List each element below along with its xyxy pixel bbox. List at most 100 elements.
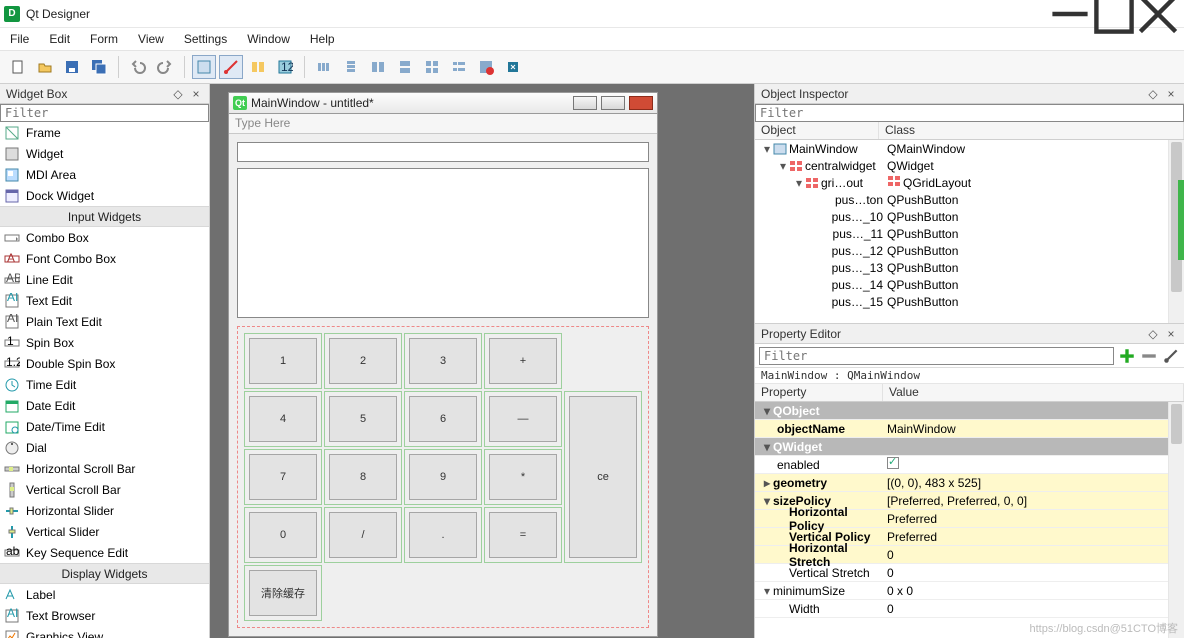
widget-box-filter[interactable] bbox=[0, 104, 209, 122]
layout-vertical-icon[interactable] bbox=[339, 55, 363, 79]
remove-dynamic-property-icon[interactable] bbox=[1140, 347, 1158, 365]
keypad-button[interactable]: 6 bbox=[409, 396, 477, 442]
save-icon[interactable] bbox=[60, 55, 84, 79]
edit-widgets-icon[interactable] bbox=[192, 55, 216, 79]
widget-box-list[interactable]: FrameWidgetMDI AreaDock Widget Input Wid… bbox=[0, 122, 209, 638]
menu-view[interactable]: View bbox=[128, 30, 174, 48]
undo-icon[interactable] bbox=[126, 55, 150, 79]
panel-close-icon[interactable]: × bbox=[1164, 327, 1178, 341]
edit-signals-icon[interactable] bbox=[219, 55, 243, 79]
object-tree-row[interactable]: pus…_15QPushButton bbox=[755, 293, 1184, 310]
widget-item[interactable]: abKey Sequence Edit bbox=[0, 542, 209, 563]
tree-expander-icon[interactable]: ▾ bbox=[761, 142, 773, 156]
widget-item[interactable]: Time Edit bbox=[0, 374, 209, 395]
break-layout-icon[interactable] bbox=[474, 55, 498, 79]
window-close-button[interactable] bbox=[1136, 0, 1180, 28]
form-window[interactable]: Qt MainWindow - untitled* Type Here 1 2 … bbox=[228, 92, 658, 637]
widget-item[interactable]: AIText Edit bbox=[0, 290, 209, 311]
widget-item[interactable]: Date Edit bbox=[0, 395, 209, 416]
object-tree-row[interactable]: pus…_13QPushButton bbox=[755, 259, 1184, 276]
keypad-button[interactable]: 2 bbox=[329, 338, 397, 384]
keypad-button[interactable]: 1 bbox=[249, 338, 317, 384]
layout-form-icon[interactable] bbox=[447, 55, 471, 79]
widget-item[interactable]: ABLine Edit bbox=[0, 269, 209, 290]
keypad-button[interactable]: — bbox=[489, 396, 557, 442]
section-qwidget[interactable]: QWidget bbox=[773, 440, 822, 454]
prop-width[interactable]: Width bbox=[755, 602, 883, 616]
menu-window[interactable]: Window bbox=[237, 30, 300, 48]
menu-settings[interactable]: Settings bbox=[174, 30, 237, 48]
widget-item[interactable]: 1Spin Box bbox=[0, 332, 209, 353]
keypad-button[interactable]: / bbox=[329, 512, 397, 558]
panel-close-icon[interactable]: × bbox=[189, 87, 203, 101]
menu-edit[interactable]: Edit bbox=[39, 30, 80, 48]
widget-item[interactable]: Graphics View bbox=[0, 626, 209, 638]
tree-expander-icon[interactable]: ▾ bbox=[777, 159, 789, 173]
object-tree-row[interactable]: pus…_11QPushButton bbox=[755, 225, 1184, 242]
object-tree-row[interactable]: ▾gri…outQGridLayout bbox=[755, 174, 1184, 191]
form-menu-hint[interactable]: Type Here bbox=[229, 114, 657, 134]
keypad-button[interactable]: 7 bbox=[249, 454, 317, 500]
keypad-button[interactable]: . bbox=[409, 512, 477, 558]
object-tree-row[interactable]: pus…_10QPushButton bbox=[755, 208, 1184, 225]
checkbox-checked-icon[interactable] bbox=[887, 457, 899, 469]
redo-icon[interactable] bbox=[153, 55, 177, 79]
form-close-icon[interactable] bbox=[629, 96, 653, 110]
keypad-button[interactable]: * bbox=[489, 454, 557, 500]
edit-taborder-icon[interactable]: 12 bbox=[273, 55, 297, 79]
pe-col-value[interactable]: Value bbox=[883, 384, 1184, 401]
widget-item[interactable]: Vertical Slider bbox=[0, 521, 209, 542]
widget-category-input[interactable]: Input Widgets bbox=[0, 206, 209, 227]
form-min-icon[interactable] bbox=[573, 96, 597, 110]
adjust-size-icon[interactable] bbox=[501, 55, 525, 79]
prop-hstretch[interactable]: Horizontal Stretch bbox=[755, 541, 883, 569]
scrollbar-vertical[interactable] bbox=[1168, 402, 1184, 638]
new-file-icon[interactable] bbox=[6, 55, 30, 79]
panel-close-icon[interactable]: × bbox=[1164, 87, 1178, 101]
keypad-button[interactable]: + bbox=[489, 338, 557, 384]
panel-float-icon[interactable]: ◇ bbox=[1146, 327, 1160, 341]
keypad-button-ce[interactable]: ce bbox=[569, 396, 637, 558]
prop-vstretch[interactable]: Vertical Stretch bbox=[755, 566, 883, 580]
prop-minsize[interactable]: minimumSize bbox=[773, 584, 845, 598]
object-tree-row[interactable]: pus…_14QPushButton bbox=[755, 276, 1184, 293]
object-tree-row[interactable]: pus…_12QPushButton bbox=[755, 242, 1184, 259]
panel-float-icon[interactable]: ◇ bbox=[171, 87, 185, 101]
object-tree[interactable]: ▾MainWindowQMainWindow▾centralwidgetQWid… bbox=[755, 140, 1184, 323]
keypad-button[interactable]: 0 bbox=[249, 512, 317, 558]
widget-item[interactable]: Horizontal Scroll Bar bbox=[0, 458, 209, 479]
keypad-button-clear[interactable]: 清除缓存 bbox=[249, 570, 317, 616]
keypad-button[interactable]: 3 bbox=[409, 338, 477, 384]
layout-horizontal-icon[interactable] bbox=[312, 55, 336, 79]
add-dynamic-property-icon[interactable] bbox=[1118, 347, 1136, 365]
window-minimize-button[interactable] bbox=[1048, 0, 1092, 28]
keypad-button[interactable]: 4 bbox=[249, 396, 317, 442]
widget-item[interactable]: Dock Widget bbox=[0, 185, 209, 206]
object-tree-row[interactable]: pus…tonQPushButton bbox=[755, 191, 1184, 208]
menu-help[interactable]: Help bbox=[300, 30, 345, 48]
property-editor-filter[interactable] bbox=[759, 347, 1114, 365]
prop-hpolicy[interactable]: Horizontal Policy bbox=[755, 505, 883, 533]
section-qobject[interactable]: QObject bbox=[773, 404, 820, 418]
form-body[interactable]: Type Here 1 2 3 + 4 5 6 bbox=[228, 114, 658, 637]
oi-col-object[interactable]: Object bbox=[755, 122, 879, 139]
widget-category-display[interactable]: Display Widgets bbox=[0, 563, 209, 584]
form-max-icon[interactable] bbox=[601, 96, 625, 110]
widget-item[interactable]: 1.2Double Spin Box bbox=[0, 353, 209, 374]
keypad-button[interactable]: 8 bbox=[329, 454, 397, 500]
widget-item[interactable]: Horizontal Slider bbox=[0, 500, 209, 521]
prop-objectName[interactable]: objectName bbox=[755, 422, 883, 436]
object-tree-row[interactable]: ▾centralwidgetQWidget bbox=[755, 157, 1184, 174]
widget-item[interactable]: AFont Combo Box bbox=[0, 248, 209, 269]
panel-float-icon[interactable]: ◇ bbox=[1146, 87, 1160, 101]
form-lineedit[interactable] bbox=[237, 142, 649, 162]
edit-buddies-icon[interactable] bbox=[246, 55, 270, 79]
widget-item[interactable]: Vertical Scroll Bar bbox=[0, 479, 209, 500]
tree-expander-icon[interactable]: ▾ bbox=[793, 176, 805, 190]
prop-enabled[interactable]: enabled bbox=[755, 458, 883, 472]
keypad-button[interactable]: = bbox=[489, 512, 557, 558]
widget-item[interactable]: Dial bbox=[0, 437, 209, 458]
form-textedit[interactable] bbox=[237, 168, 649, 318]
widget-item[interactable]: Combo Box bbox=[0, 227, 209, 248]
keypad-button[interactable]: 9 bbox=[409, 454, 477, 500]
